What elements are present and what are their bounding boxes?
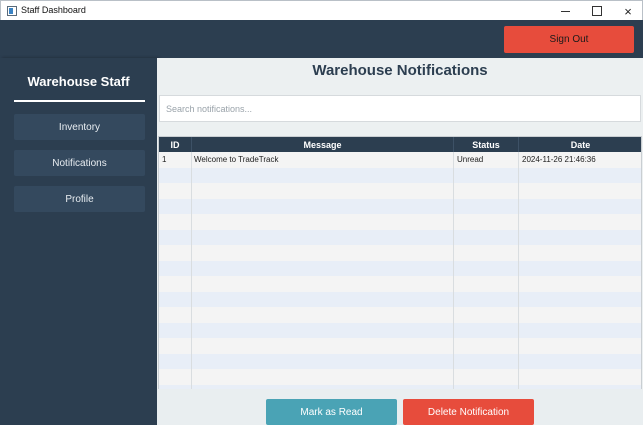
sidebar-item-inventory[interactable]: Inventory <box>14 114 145 140</box>
cell-id: 1 <box>159 152 192 168</box>
action-bar: Mark as Read Delete Notification <box>157 389 643 425</box>
table-row-empty <box>159 229 641 245</box>
table-row-empty <box>159 260 641 276</box>
cell-status: Unread <box>454 152 519 168</box>
table-row-empty <box>159 198 641 214</box>
table-row-empty <box>159 245 641 261</box>
main-content: Warehouse Notifications Search notificat… <box>157 58 643 425</box>
column-header-status[interactable]: Status <box>454 137 519 152</box>
page-title: Warehouse Notifications <box>312 62 488 79</box>
sidebar-divider <box>14 100 145 102</box>
column-header-message[interactable]: Message <box>192 137 454 152</box>
table-body: 1 Welcome to TradeTrack Unread 2024-11-2… <box>159 152 641 425</box>
table-row[interactable]: 1 Welcome to TradeTrack Unread 2024-11-2… <box>159 152 641 168</box>
column-header-date[interactable]: Date <box>519 137 641 152</box>
table-row-empty <box>159 183 641 199</box>
window-title: Staff Dashboard <box>21 5 86 15</box>
table-row-empty <box>159 214 641 230</box>
sign-out-button[interactable]: Sign Out <box>504 26 634 53</box>
sidebar: Warehouse Staff Inventory Notifications … <box>0 58 157 425</box>
table-row-empty <box>159 369 641 385</box>
sidebar-title: Warehouse Staff <box>27 74 130 89</box>
column-header-id[interactable]: ID <box>159 137 192 152</box>
notifications-table: ID Message Status Date 1 Welcome to Trad… <box>158 136 642 425</box>
minimize-button[interactable] <box>549 1 581 21</box>
table-row-empty <box>159 338 641 354</box>
sidebar-item-profile[interactable]: Profile <box>14 186 145 212</box>
table-row-empty <box>159 307 641 323</box>
table-row-empty <box>159 167 641 183</box>
table-row-empty <box>159 276 641 292</box>
table-header: ID Message Status Date <box>159 137 641 152</box>
maximize-button[interactable] <box>581 1 613 21</box>
cell-date: 2024-11-26 21:46:36 <box>519 152 641 168</box>
close-icon: × <box>624 3 632 19</box>
table-row-empty <box>159 291 641 307</box>
search-input[interactable]: Search notifications... <box>159 95 641 122</box>
table-row-empty <box>159 353 641 369</box>
sidebar-item-notifications[interactable]: Notifications <box>14 150 145 176</box>
delete-notification-button[interactable]: Delete Notification <box>403 399 534 425</box>
mark-as-read-button[interactable]: Mark as Read <box>266 399 397 425</box>
cell-message: Welcome to TradeTrack <box>192 152 454 168</box>
table-row-empty <box>159 322 641 338</box>
window-titlebar: Staff Dashboard × <box>0 0 643 20</box>
app-icon <box>7 6 17 16</box>
close-button[interactable]: × <box>612 1 643 21</box>
